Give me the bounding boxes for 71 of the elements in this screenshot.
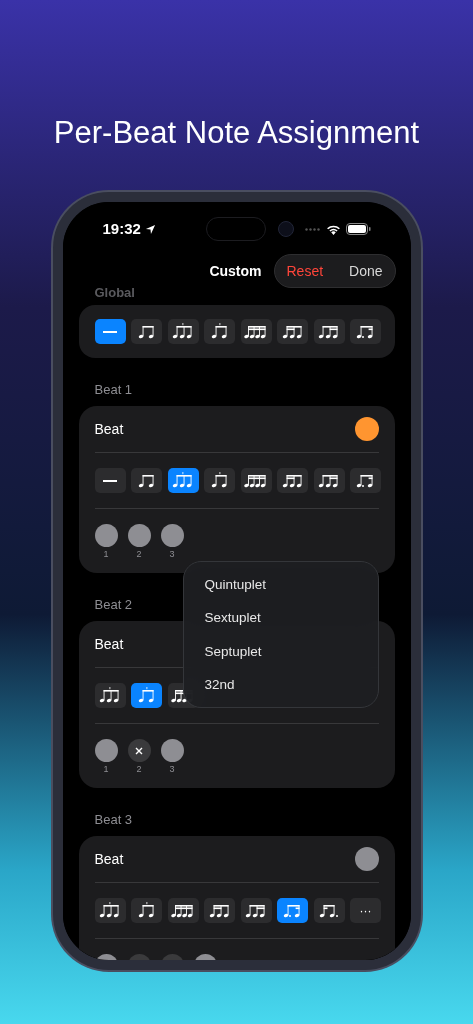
notes-icon <box>171 323 195 340</box>
notes-icon <box>207 902 232 919</box>
note-option[interactable] <box>167 319 199 344</box>
section-header: Beat 2 <box>93 597 134 613</box>
notes-icon <box>171 902 195 919</box>
note-option[interactable] <box>350 468 381 493</box>
note-option[interactable] <box>131 683 162 708</box>
battery-icon <box>345 223 371 235</box>
clock: 19:32 <box>102 218 141 239</box>
note-option[interactable] <box>94 683 126 708</box>
note-option[interactable] <box>131 468 162 493</box>
note-option[interactable] <box>277 468 308 493</box>
note-option[interactable] <box>94 319 126 344</box>
headline: Per-Beat Note Assignment <box>53 114 420 152</box>
note-option[interactable] <box>240 898 272 923</box>
menu-item[interactable]: Septuplet <box>183 635 378 669</box>
section-header: Global <box>93 286 136 300</box>
color-swatch[interactable] <box>354 417 379 441</box>
notes-icon <box>98 902 122 919</box>
dot-number: 3 <box>169 764 175 774</box>
note-option[interactable] <box>313 468 345 493</box>
section-header: Beat 1 <box>93 382 134 398</box>
note-option[interactable] <box>167 898 199 923</box>
reset-button[interactable]: Reset <box>286 260 324 282</box>
dot-number: 3 <box>169 549 175 559</box>
note-option[interactable] <box>204 898 235 923</box>
section-header: Beat 3 <box>93 812 134 828</box>
row-label: Beat <box>94 634 124 654</box>
notes-icon <box>171 472 195 489</box>
note-option[interactable] <box>313 319 345 344</box>
note-option[interactable] <box>350 319 381 344</box>
note-option[interactable] <box>94 468 126 493</box>
notes-icon <box>98 687 122 704</box>
note-option[interactable] <box>204 319 235 344</box>
menu-item[interactable]: Sextuplet <box>183 601 378 635</box>
note-option[interactable] <box>131 898 162 923</box>
row-label: Beat <box>94 419 124 439</box>
wifi-icon <box>325 223 341 235</box>
done-button[interactable]: Done <box>349 260 383 282</box>
dot-number: 2 <box>136 549 142 559</box>
note-option[interactable] <box>240 319 272 344</box>
note-option[interactable] <box>204 468 235 493</box>
note-option[interactable] <box>94 898 126 923</box>
close-icon <box>135 746 143 755</box>
notes-icon <box>317 902 341 919</box>
nav-title: Custom <box>209 261 262 281</box>
color-swatch[interactable] <box>354 847 379 871</box>
dynamic-island <box>205 217 266 241</box>
signal-icon <box>304 227 321 231</box>
menu-item[interactable]: Quintuplet <box>183 568 378 602</box>
notes-icon <box>317 472 341 489</box>
location-icon <box>144 223 156 235</box>
notes-icon <box>244 902 268 919</box>
notes-icon <box>244 472 268 489</box>
note-option[interactable] <box>277 898 308 923</box>
note-option[interactable] <box>167 468 199 493</box>
row-label: Beat <box>94 849 124 869</box>
more-button[interactable]: ··· <box>350 898 381 923</box>
notes-icon <box>280 472 305 489</box>
notes-icon <box>317 323 341 340</box>
note-option[interactable] <box>277 319 308 344</box>
dot-number: 1 <box>103 764 109 774</box>
dot-number: 2 <box>136 764 142 774</box>
note-option[interactable] <box>313 898 345 923</box>
notes-icon <box>244 323 268 340</box>
note-option[interactable] <box>240 468 272 493</box>
dot-number: 1 <box>103 549 109 559</box>
menu-item[interactable]: 32nd <box>183 668 378 702</box>
notes-icon <box>280 323 305 340</box>
camera-icon <box>277 221 294 237</box>
note-option[interactable] <box>131 319 162 344</box>
